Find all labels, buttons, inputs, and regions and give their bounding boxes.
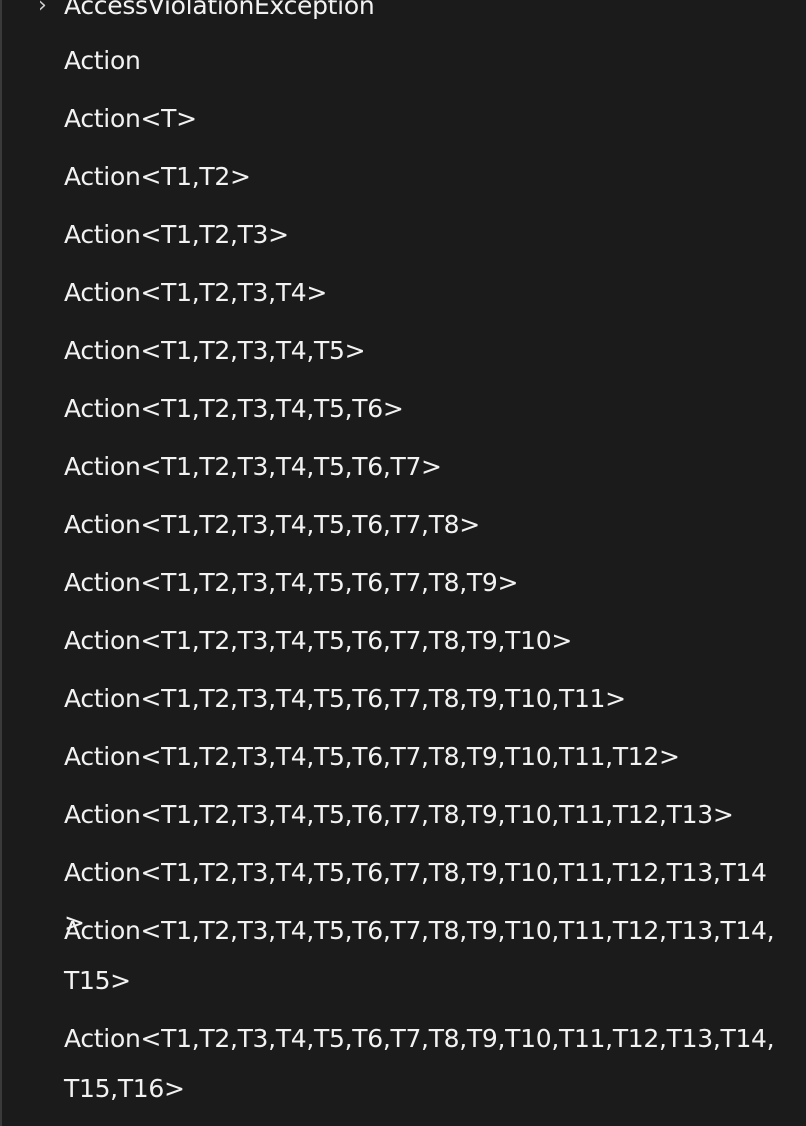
tree-item[interactable]: Action<T> bbox=[64, 94, 786, 144]
tree-item[interactable]: Action<T1,T2,T3,T4,T5,T6,T7,T8,T9,T10,T1… bbox=[64, 790, 786, 840]
tree-item[interactable]: Action<T1,T2,T3,T4,T5> bbox=[64, 326, 786, 376]
tree-item-label: Action<T1,T2,T3,T4,T5,T6,T7,T8,T9,T10> bbox=[64, 626, 572, 655]
tree-item[interactable]: Action<T1,T2,T3> bbox=[64, 210, 786, 260]
tree-item[interactable]: Action<T1,T2,T3,T4,T5,T6,T7,T8> bbox=[64, 500, 786, 550]
tree-item[interactable]: Action<T1,T2,T3,T4,T5,T6,T7,T8,T9,T10,T1… bbox=[64, 1014, 786, 1114]
tree-item-label: Action<T1,T2,T3,T4,T5,T6> bbox=[64, 394, 404, 423]
tree-item-label: Action<T1,T2,T3,T4,T5,T6,T7,T8,T9> bbox=[64, 568, 519, 597]
tree-item-label: Action<T1,T2> bbox=[64, 162, 251, 191]
tree-item[interactable]: Action<T1,T2,T3,T4,T5,T6,T7,T8,T9,T10,T1… bbox=[64, 732, 786, 782]
api-tree-panel: › AccessViolationException Action Action… bbox=[0, 0, 806, 1126]
tree-item[interactable]: Action<T1,T2,T3,T4,T5,T6,T7,T8,T9,T10,T1… bbox=[64, 674, 786, 724]
tree-item-label: Action<T1,T2,T3,T4,T5> bbox=[64, 336, 366, 365]
tree-item[interactable]: Action<T1,T2,T3,T4,T5,T6,T7,T8,T9,T10> bbox=[64, 616, 786, 666]
tree-item-label: Action bbox=[64, 46, 141, 75]
tree-item[interactable]: Action<T1,T2,T3,T4,T5,T6> bbox=[64, 384, 786, 434]
tree-item[interactable]: Action<T1,T2> bbox=[64, 152, 786, 202]
tree-item-label: Action<T1,T2,T3,T4,T5,T6,T7,T8,T9,T10,T1… bbox=[64, 1024, 775, 1103]
tree-item[interactable]: Action<T1,T2,T3,T4,T5,T6,T7> bbox=[64, 442, 786, 492]
tree-item-label: Action<T1,T2,T3,T4,T5,T6,T7,T8,T9,T10,T1… bbox=[64, 916, 775, 995]
tree-item-label: Action<T1,T2,T3,T4,T5,T6,T7,T8,T9,T10,T1… bbox=[64, 800, 734, 829]
tree-item-label: AccessViolationException bbox=[64, 0, 375, 20]
tree-item[interactable]: Action<T1,T2,T3,T4,T5,T6,T7,T8,T9> bbox=[64, 558, 786, 608]
tree-item-label: Action<T1,T2,T3> bbox=[64, 220, 289, 249]
tree-item-accessviolationexception[interactable]: › AccessViolationException bbox=[38, 0, 786, 31]
tree-item-label: Action<T1,T2,T3,T4> bbox=[64, 278, 328, 307]
tree-item[interactable]: Action bbox=[64, 36, 786, 86]
tree-item-label: Action<T1,T2,T3,T4,T5,T6,T7,T8,T9,T10,T1… bbox=[64, 684, 626, 713]
tree-item-label: Action<T1,T2,T3,T4,T5,T6,T7> bbox=[64, 452, 442, 481]
tree-item-label: Action<T1,T2,T3,T4,T5,T6,T7,T8> bbox=[64, 510, 480, 539]
tree-item[interactable]: Action<T1,T2,T3,T4,T5,T6,T7,T8,T9,T10,T1… bbox=[64, 906, 786, 1006]
tree-item-label: Action<T> bbox=[64, 104, 197, 133]
tree-item[interactable]: Action<T1,T2,T3,T4> bbox=[64, 268, 786, 318]
tree-item-label: Action<T1,T2,T3,T4,T5,T6,T7,T8,T9,T10,T1… bbox=[64, 742, 680, 771]
chevron-right-icon[interactable]: › bbox=[38, 0, 47, 31]
